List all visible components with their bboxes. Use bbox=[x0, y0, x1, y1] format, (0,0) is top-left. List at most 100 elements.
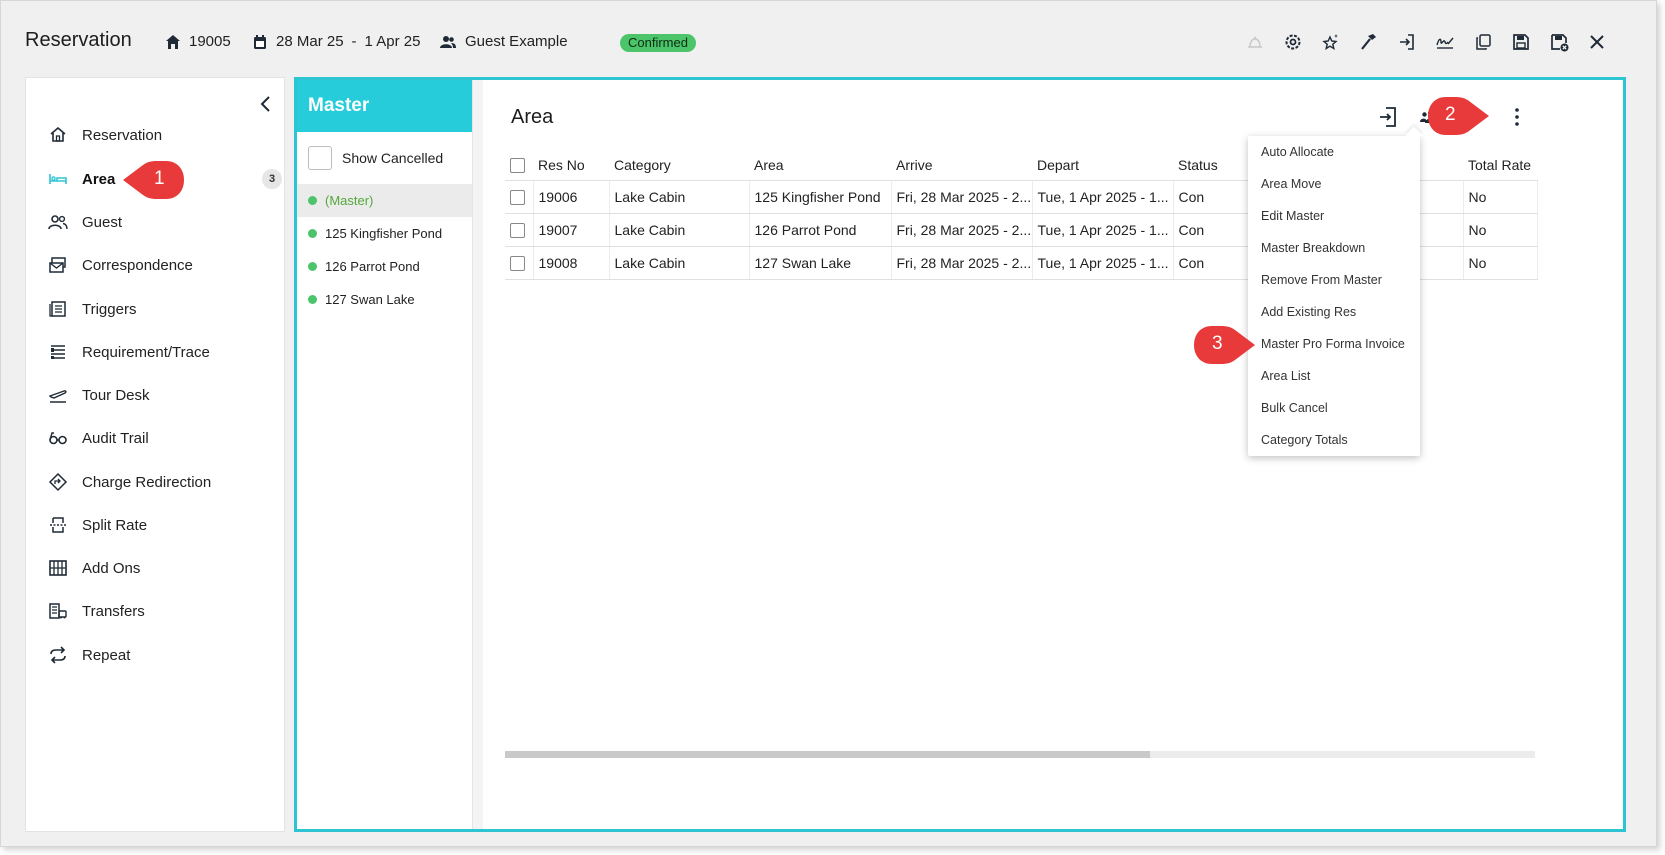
status-dot bbox=[308, 262, 317, 271]
bell-icon bbox=[1248, 36, 1262, 48]
check-in-button[interactable] bbox=[1388, 30, 1426, 54]
sidebar-item-correspondence[interactable]: Correspondence bbox=[26, 250, 284, 280]
cell-depart: Tue, 1 Apr 2025 - 1... bbox=[1032, 180, 1174, 214]
column-header-total-rate[interactable]: Total Rate bbox=[1463, 150, 1537, 181]
menu-item-remove-from-master[interactable]: Remove From Master bbox=[1248, 264, 1420, 296]
home-icon bbox=[166, 34, 180, 49]
column-header-category[interactable]: Category bbox=[609, 150, 749, 181]
res-number-text: 19005 bbox=[189, 33, 231, 50]
callout-number: 3 bbox=[1212, 333, 1223, 354]
header-toolbar bbox=[1236, 30, 1616, 54]
cell-res-no: 19008 bbox=[533, 246, 610, 280]
sidebar-item-label: Requirement/Trace bbox=[82, 343, 210, 361]
callout-arrow-right-shape bbox=[1428, 97, 1489, 135]
row-select-cell bbox=[505, 180, 534, 214]
column-header-area[interactable]: Area bbox=[749, 150, 891, 181]
sidebar-item-reservation[interactable]: Reservation bbox=[26, 120, 284, 150]
cell-depart: Tue, 1 Apr 2025 - 1... bbox=[1032, 246, 1174, 280]
menu-item-master-breakdown[interactable]: Master Breakdown bbox=[1248, 232, 1420, 264]
master-list-item[interactable]: 127 Swan Lake bbox=[297, 283, 472, 316]
more-vertical-icon bbox=[1515, 108, 1519, 126]
cell-area: 126 Parrot Pond bbox=[749, 213, 892, 247]
menu-item-master-pro-forma-invoice[interactable]: Master Pro Forma Invoice bbox=[1248, 328, 1420, 360]
column-header-status[interactable]: Status bbox=[1173, 150, 1249, 181]
cell-area: 125 Kingfisher Pond bbox=[749, 180, 892, 214]
bed-icon bbox=[49, 174, 67, 184]
sparkle-star-icon bbox=[1322, 34, 1338, 50]
plane-icon bbox=[48, 390, 67, 403]
menu-item-area-list[interactable]: Area List bbox=[1248, 360, 1420, 392]
mail-icon bbox=[49, 257, 66, 273]
close-button[interactable] bbox=[1578, 30, 1616, 54]
hammer-icon bbox=[1361, 34, 1376, 50]
copy-button[interactable] bbox=[1464, 30, 1502, 54]
menu-item-edit-master[interactable]: Edit Master bbox=[1248, 200, 1420, 232]
more-options-button[interactable] bbox=[1504, 104, 1530, 130]
page-title: Reservation bbox=[25, 29, 132, 51]
sidebar-item-label: Reservation bbox=[82, 126, 163, 144]
collapse-sidebar-button[interactable] bbox=[256, 94, 276, 114]
sidebar-item-add-ons[interactable]: Add Ons bbox=[26, 553, 284, 583]
sidebar-item-tour-desk[interactable]: Tour Desk bbox=[26, 380, 284, 410]
sidebar-item-triggers[interactable]: Triggers bbox=[26, 294, 284, 324]
sidebar-item-label: Tour Desk bbox=[82, 386, 150, 404]
cell-arrive: Fri, 28 Mar 2025 - 2... bbox=[891, 180, 1033, 214]
row-checkbox[interactable] bbox=[510, 255, 525, 271]
master-item-label: 126 Parrot Pond bbox=[325, 259, 420, 274]
cell-res-no: 19007 bbox=[533, 213, 610, 247]
menu-item-bulk-cancel[interactable]: Bulk Cancel bbox=[1248, 392, 1420, 424]
master-panel: Master Show Cancelled (Master) 125 Kingf… bbox=[297, 80, 473, 829]
callout-arrow-right-shape bbox=[1194, 326, 1255, 364]
save-close-button[interactable] bbox=[1540, 30, 1578, 54]
sidebar-item-requirement-trace[interactable]: Requirement/Trace bbox=[26, 337, 284, 367]
users-icon bbox=[48, 215, 68, 230]
sidebar-item-label: Correspondence bbox=[82, 256, 193, 274]
show-cancelled-checkbox[interactable] bbox=[308, 146, 332, 170]
save-icon bbox=[1513, 34, 1529, 50]
res-dates: 28 Mar 25 - 1 Apr 25 bbox=[252, 33, 420, 50]
sidebar-item-guest[interactable]: Guest bbox=[26, 207, 284, 237]
sidebar-item-transfers[interactable]: Transfers bbox=[26, 596, 284, 626]
column-header-depart[interactable]: Depart bbox=[1032, 150, 1173, 181]
save-button[interactable] bbox=[1502, 30, 1540, 54]
reservation-window: Reservation 19005 28 Mar 25 - 1 Apr 25 G… bbox=[0, 0, 1657, 847]
signature-button[interactable] bbox=[1426, 30, 1464, 54]
check-in-area-button[interactable] bbox=[1375, 104, 1401, 130]
calendar-icon bbox=[254, 34, 266, 49]
row-checkbox[interactable] bbox=[510, 189, 525, 205]
sidebar-item-label: Guest bbox=[82, 213, 123, 231]
select-all-cell bbox=[505, 150, 533, 181]
callout-3: 3 bbox=[1193, 326, 1257, 364]
sidebar-item-charge-redirection[interactable]: Charge Redirection bbox=[26, 467, 284, 497]
sidebar-item-audit-trail[interactable]: Audit Trail bbox=[26, 423, 284, 453]
area-title: Area bbox=[511, 106, 554, 128]
scrollbar-thumb[interactable] bbox=[505, 751, 1150, 758]
menu-item-category-totals[interactable]: Category Totals bbox=[1248, 424, 1420, 456]
column-header-arrive[interactable]: Arrive bbox=[891, 150, 1032, 181]
settings-button[interactable] bbox=[1274, 30, 1312, 54]
cell-status: Con bbox=[1173, 213, 1250, 247]
show-cancelled-toggle[interactable]: Show Cancelled bbox=[308, 146, 443, 170]
horizontal-scrollbar[interactable] bbox=[505, 751, 1535, 758]
show-cancelled-label: Show Cancelled bbox=[342, 150, 444, 166]
master-item-label: 127 Swan Lake bbox=[325, 292, 415, 307]
menu-item-auto-allocate[interactable]: Auto Allocate bbox=[1248, 136, 1420, 168]
sidebar-item-split-rate[interactable]: Split Rate bbox=[26, 510, 284, 540]
master-list-item[interactable]: 125 Kingfisher Pond bbox=[297, 217, 472, 250]
status-dot bbox=[308, 229, 317, 238]
master-list-item[interactable]: (Master) bbox=[297, 184, 472, 217]
menu-item-area-move[interactable]: Area Move bbox=[1248, 168, 1420, 200]
list-icon bbox=[49, 301, 66, 317]
select-all-checkbox[interactable] bbox=[510, 158, 525, 174]
master-list-item[interactable]: 126 Parrot Pond bbox=[297, 250, 472, 283]
row-checkbox[interactable] bbox=[510, 222, 525, 238]
guest-name[interactable]: Guest Example bbox=[439, 33, 568, 50]
favourite-button[interactable] bbox=[1312, 30, 1350, 54]
master-item-label: 125 Kingfisher Pond bbox=[325, 226, 443, 241]
column-header-res-no[interactable]: Res No bbox=[533, 150, 609, 181]
bell-button[interactable] bbox=[1236, 30, 1274, 54]
tools-button[interactable] bbox=[1350, 30, 1388, 54]
date-to: 1 Apr 25 bbox=[364, 33, 421, 50]
menu-item-add-existing-res[interactable]: Add Existing Res bbox=[1248, 296, 1420, 328]
sidebar-item-repeat[interactable]: Repeat bbox=[26, 640, 284, 670]
